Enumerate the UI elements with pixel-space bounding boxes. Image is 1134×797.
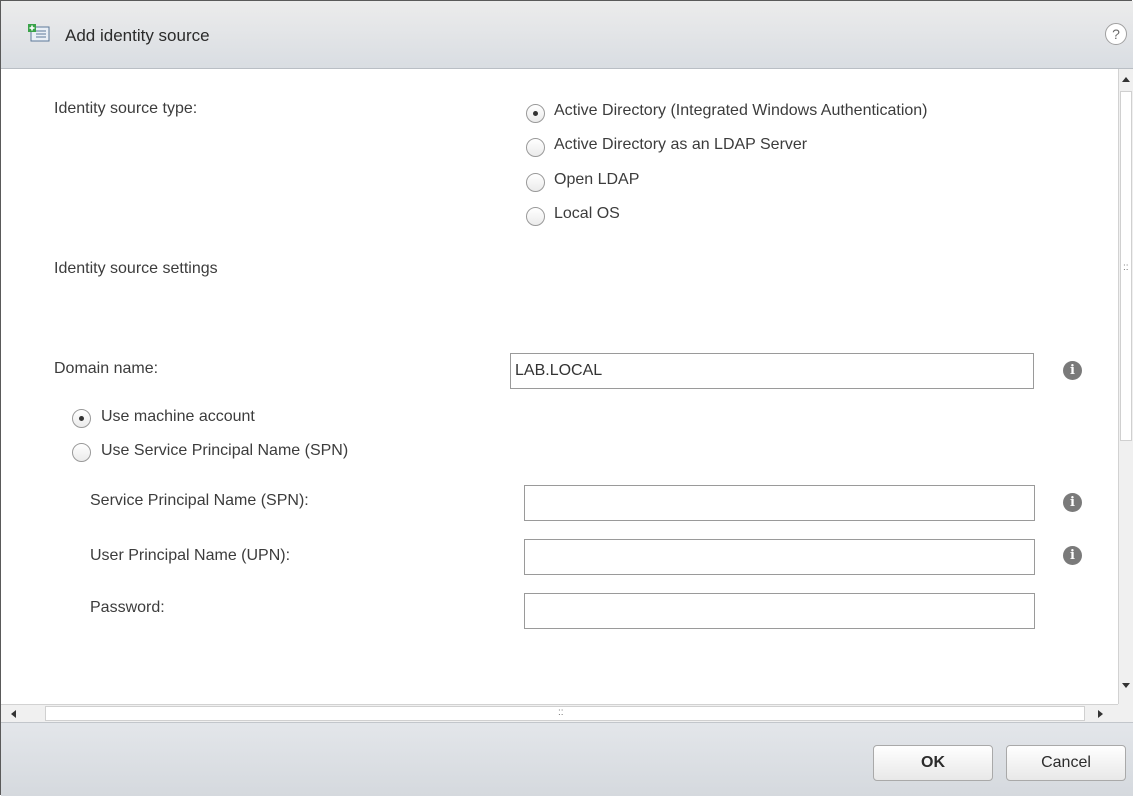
upn-info-icon[interactable]: i	[1063, 546, 1082, 565]
scroll-down-arrow-icon[interactable]	[1122, 683, 1130, 688]
radio-ad-ldap-server[interactable]	[526, 138, 545, 157]
horizontal-scroll-thumb[interactable]: ::	[45, 706, 1085, 721]
identity-source-settings-label: Identity source settings	[54, 260, 218, 277]
identity-source-icon	[28, 24, 50, 42]
help-icon[interactable]: ?	[1105, 23, 1127, 45]
radio-active-directory-iwa[interactable]	[526, 104, 545, 123]
domain-name-label: Domain name:	[54, 360, 159, 377]
horizontal-scrollbar[interactable]: ::	[1, 704, 1118, 722]
vertical-scrollbar[interactable]: ::	[1118, 69, 1133, 704]
dialog-title: Add identity source	[65, 26, 210, 45]
cancel-button[interactable]: Cancel	[1006, 745, 1126, 781]
resize-grip-icon[interactable]: ::	[1123, 262, 1129, 273]
scroll-left-arrow-icon[interactable]	[11, 710, 16, 718]
account-option-label: Use machine account	[101, 408, 255, 425]
scroll-grip-icon: ::	[558, 707, 564, 718]
scroll-right-arrow-icon[interactable]	[1098, 710, 1103, 718]
spn-info-icon[interactable]: i	[1063, 493, 1082, 512]
upn-label: User Principal Name (UPN):	[90, 547, 291, 564]
password-label: Password:	[90, 599, 165, 616]
radio-local-os[interactable]	[526, 207, 545, 226]
radio-use-machine-account[interactable]	[72, 409, 91, 428]
scrollbar-corner	[1118, 704, 1133, 722]
password-input[interactable]	[524, 593, 1035, 629]
account-option-label: Use Service Principal Name (SPN)	[101, 442, 349, 459]
source-type-label: Local OS	[554, 205, 620, 222]
dialog-content: Identity source type: Active Directory (…	[1, 69, 1118, 704]
radio-open-ldap[interactable]	[526, 173, 545, 192]
ok-button[interactable]: OK	[873, 745, 993, 781]
source-type-label: Active Directory (Integrated Windows Aut…	[554, 102, 928, 119]
scroll-up-arrow-icon[interactable]	[1122, 77, 1130, 82]
domain-name-input[interactable]: LAB.LOCAL	[510, 353, 1034, 389]
dialog-footer: OK Cancel	[1, 722, 1133, 796]
spn-label: Service Principal Name (SPN):	[90, 492, 309, 509]
upn-input[interactable]	[524, 539, 1035, 575]
spn-input[interactable]	[524, 485, 1035, 521]
identity-source-type-label: Identity source type:	[54, 100, 198, 117]
add-identity-source-dialog: Add identity source ? Identity source ty…	[0, 0, 1133, 796]
radio-use-spn[interactable]	[72, 443, 91, 462]
source-type-label: Open LDAP	[554, 171, 640, 188]
domain-name-info-icon[interactable]: i	[1063, 361, 1082, 380]
source-type-label: Active Directory as an LDAP Server	[554, 136, 808, 153]
dialog-titlebar: Add identity source ?	[1, 1, 1133, 69]
